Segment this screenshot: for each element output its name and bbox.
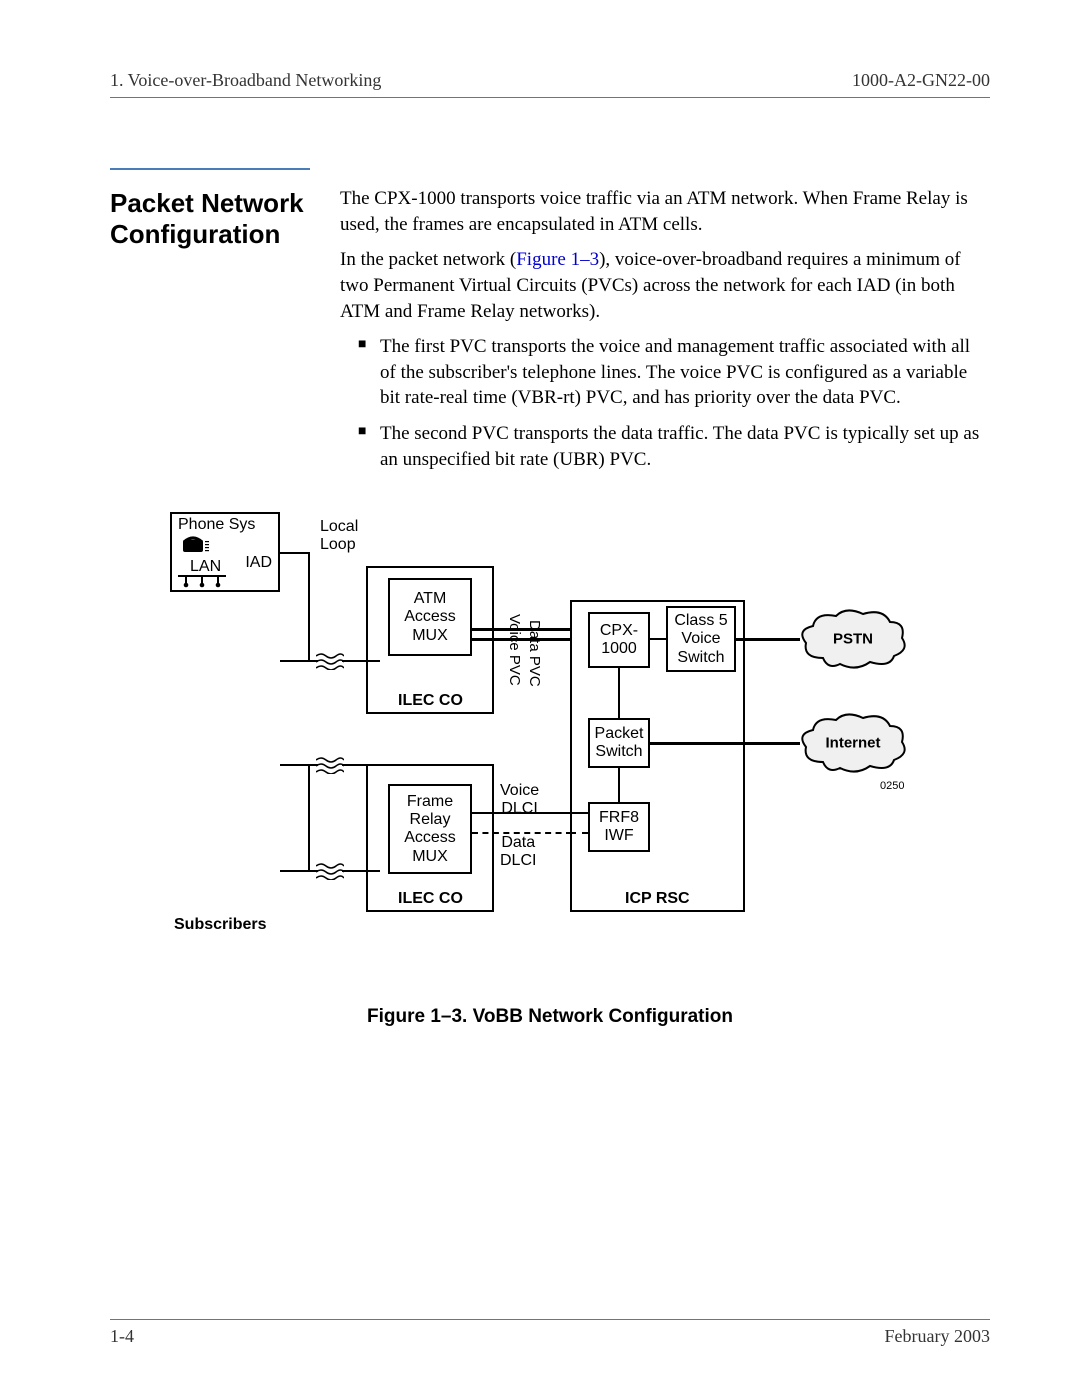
- page-header: 1. Voice-over-Broadband Networking 1000-…: [110, 70, 990, 98]
- iad-label: IAD: [245, 554, 272, 572]
- fr-access-mux: Frame Relay Access MUX: [388, 784, 472, 874]
- internet-cloud: Internet: [798, 712, 908, 774]
- paragraph-1: The CPX-1000 transports voice traffic vi…: [340, 186, 990, 237]
- bullet-item: The second PVC transports the data traff…: [358, 421, 990, 472]
- footer-left: 1-4: [110, 1326, 134, 1347]
- class5-switch: Class 5 Voice Switch: [666, 606, 736, 672]
- local-loop-label: Local Loop: [320, 518, 358, 553]
- ilec-co-label: ILEC CO: [398, 692, 463, 710]
- header-left: 1. Voice-over-Broadband Networking: [110, 70, 381, 91]
- data-dlci-label: Data DLCI: [500, 834, 536, 869]
- data-pvc-label: Data PVC: [526, 620, 543, 687]
- paragraph-2: In the packet network (Figure 1–3), voic…: [340, 247, 990, 324]
- pstn-label: PSTN: [833, 631, 873, 648]
- icp-rsc-label: ICP RSC: [625, 890, 690, 908]
- phone-sys-label: Phone Sys: [178, 516, 255, 534]
- packet-switch: Packet Switch: [588, 718, 650, 768]
- cpx-1000: CPX- 1000: [588, 612, 650, 668]
- lan-icon: [178, 574, 226, 593]
- internet-label: Internet: [825, 735, 880, 752]
- squiggle-icon: [316, 652, 344, 670]
- voice-pvc-label: Voice PVC: [506, 614, 523, 686]
- footer-right: February 2003: [885, 1326, 990, 1347]
- atm-access-mux: ATM Access MUX: [388, 578, 472, 656]
- network-diagram: Phone Sys LAN IAD Phone Sys LAN IAD: [170, 512, 930, 982]
- bullet-item: The first PVC transports the voice and m…: [358, 334, 990, 411]
- figure-id: 0250: [880, 780, 904, 792]
- page-footer: 1-4 February 2003: [110, 1319, 990, 1347]
- section-title: Packet Network Configuration: [110, 168, 310, 482]
- phone-icon: [182, 536, 210, 559]
- figure: Phone Sys LAN IAD Phone Sys LAN IAD: [110, 512, 990, 1028]
- body-text: The CPX-1000 transports voice traffic vi…: [340, 168, 990, 482]
- ilec-co-label: ILEC CO: [398, 890, 463, 908]
- figure-caption: Figure 1–3. VoBB Network Configuration: [110, 1006, 990, 1028]
- figure-reference-link[interactable]: Figure 1–3: [516, 249, 599, 270]
- squiggle-icon: [316, 862, 344, 880]
- voice-dlci-label: Voice DLCI: [500, 782, 539, 817]
- pstn-cloud: PSTN: [798, 608, 908, 670]
- subscribers-label: Subscribers: [174, 916, 266, 934]
- lan-label: LAN: [190, 558, 221, 576]
- squiggle-icon: [316, 756, 344, 774]
- frf8-iwf: FRF8 IWF: [588, 802, 650, 852]
- header-right: 1000-A2-GN22-00: [852, 70, 990, 91]
